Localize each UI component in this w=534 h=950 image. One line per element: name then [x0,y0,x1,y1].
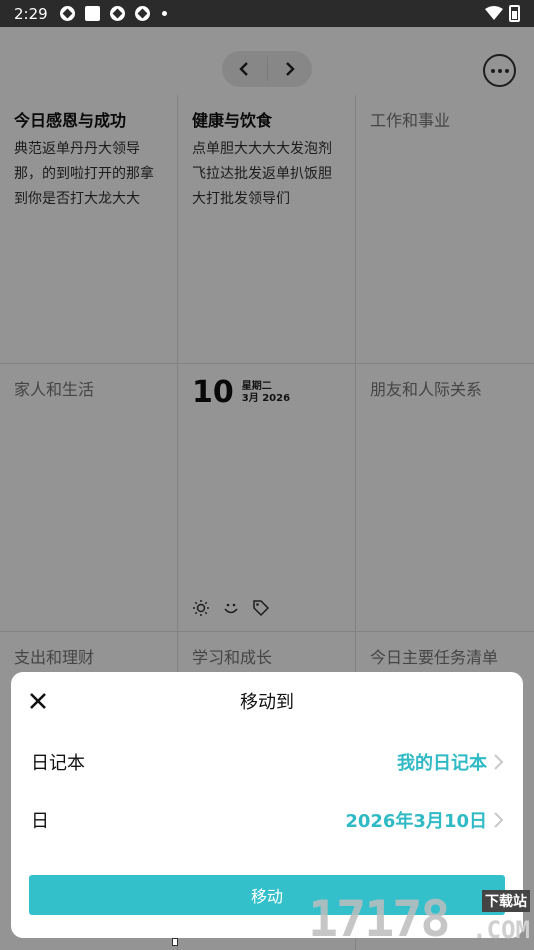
row-value: 2026年3月10日 [345,811,487,832]
row-date[interactable]: 日 2026年3月10日 [11,800,523,840]
watermark: 17178 下载站 .COM [308,884,532,948]
row-label: 日 [31,811,49,832]
watermark-number: 17178 [308,890,451,948]
battery-icon [509,5,520,22]
row-notebook[interactable]: 日记本 我的日记本 [11,742,523,782]
notification-icon [134,6,150,21]
notification-icon [59,6,75,21]
watermark-top-text: 下载站 [482,890,530,912]
status-time: 2:29 [14,4,48,23]
row-label: 日记本 [31,753,85,774]
chevron-right-icon [494,812,504,828]
dot-icon [161,11,167,16]
status-right [485,5,520,22]
notification-icon [109,6,125,21]
wifi-icon [485,6,503,20]
home-indicator [172,938,178,946]
status-bar: 2:29 [0,0,534,27]
chevron-right-icon [494,754,504,770]
app-square-icon [84,6,100,21]
sheet-title: 移动到 [240,692,294,713]
row-value: 我的日记本 [397,753,487,774]
watermark-com-text: .COM [472,916,530,944]
